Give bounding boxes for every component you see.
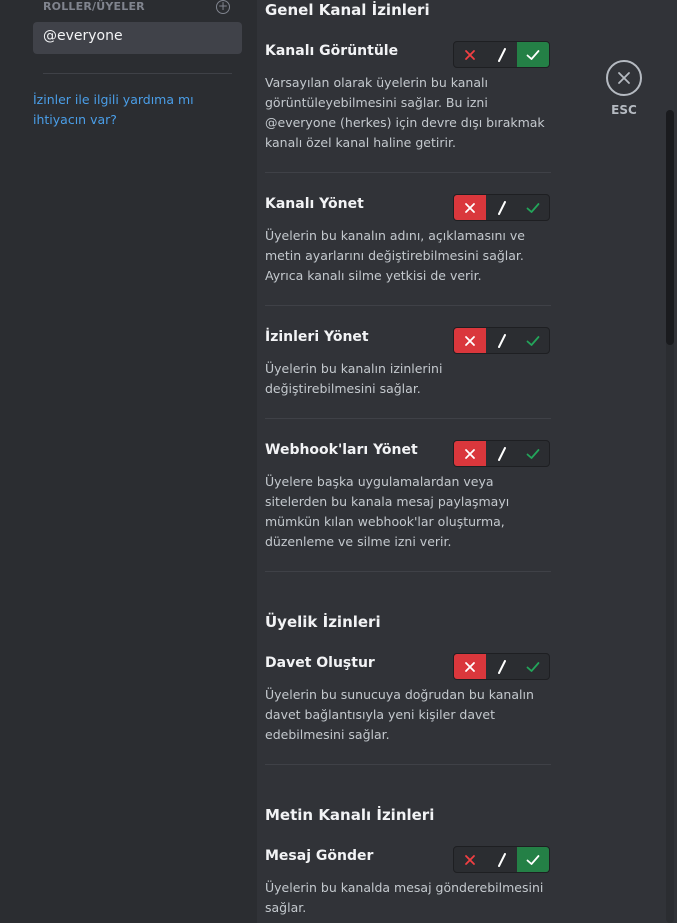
permission-toggle xyxy=(453,846,550,873)
passthrough-button[interactable] xyxy=(486,195,517,220)
slash-icon xyxy=(497,446,506,461)
deny-button[interactable] xyxy=(454,42,486,67)
deny-button[interactable] xyxy=(454,441,486,466)
slash-icon xyxy=(497,333,506,348)
permission-description: Üyelerin bu kanalın izinlerini değiştire… xyxy=(265,361,443,396)
check-icon xyxy=(526,661,540,672)
esc-label: ESC xyxy=(611,103,637,117)
slash-icon xyxy=(497,852,506,867)
passthrough-button[interactable] xyxy=(486,42,517,67)
passthrough-button[interactable] xyxy=(486,328,517,353)
permission-toggle xyxy=(453,327,550,354)
close-button[interactable] xyxy=(606,60,642,96)
x-icon xyxy=(465,335,475,346)
allow-button[interactable] xyxy=(517,847,549,872)
passthrough-button[interactable] xyxy=(486,847,517,872)
permission-toggle xyxy=(453,440,550,467)
permission-title: Kanalı Yönet xyxy=(265,196,364,212)
permission-title: Davet Oluştur xyxy=(265,655,375,671)
slash-icon xyxy=(497,47,506,62)
check-icon xyxy=(526,202,540,213)
sidebar-divider xyxy=(43,73,232,74)
allow-button[interactable] xyxy=(517,328,549,353)
divider xyxy=(265,305,551,306)
check-icon xyxy=(526,854,540,865)
check-icon xyxy=(526,448,540,459)
section-title-text-channel: Metin Kanalı İzinleri xyxy=(265,806,435,824)
permission-toggle xyxy=(453,653,550,680)
allow-button[interactable] xyxy=(517,195,549,220)
passthrough-button[interactable] xyxy=(486,654,517,679)
divider xyxy=(265,571,551,572)
permission-description: Üyelere başka uygulamalardan veya sitele… xyxy=(265,474,510,549)
x-icon xyxy=(465,202,475,213)
divider xyxy=(265,172,551,173)
x-icon xyxy=(465,49,475,60)
check-icon xyxy=(526,335,540,346)
permission-description: Varsayılan olarak üyelerin bu kanalı gör… xyxy=(265,75,545,150)
help-link[interactable]: İzinler ile ilgili yardıma mı ihtiyacın … xyxy=(33,90,243,130)
section-title-membership: Üyelik İzinleri xyxy=(265,613,381,631)
x-icon xyxy=(465,854,475,865)
divider xyxy=(265,764,551,765)
roles-header: ROLLER/ÜYELER xyxy=(43,0,145,13)
section-title-general: Genel Kanal İzinleri xyxy=(265,1,430,19)
permission-description: Üyelerin bu kanalın adını, açıklamasını … xyxy=(265,228,525,283)
permission-description: Üyelerin bu sunucuya doğrudan bu kanalın… xyxy=(265,687,534,742)
deny-button[interactable] xyxy=(454,328,486,353)
deny-button[interactable] xyxy=(454,654,486,679)
permission-toggle xyxy=(453,41,550,68)
plus-circle-icon[interactable]: + xyxy=(216,0,230,14)
allow-button[interactable] xyxy=(517,42,549,67)
close-icon xyxy=(618,72,630,84)
allow-button[interactable] xyxy=(517,441,549,466)
allow-button[interactable] xyxy=(517,654,549,679)
passthrough-button[interactable] xyxy=(486,441,517,466)
scrollbar-thumb[interactable] xyxy=(666,110,674,345)
permission-title: Mesaj Gönder xyxy=(265,848,374,864)
role-item-everyone[interactable]: @everyone xyxy=(33,22,242,54)
check-icon xyxy=(526,49,540,60)
deny-button[interactable] xyxy=(454,847,486,872)
divider xyxy=(265,418,551,419)
slash-icon xyxy=(497,200,506,215)
sidebar: ROLLER/ÜYELER + @everyone İzinler ile il… xyxy=(0,0,257,923)
x-icon xyxy=(465,448,475,459)
permission-description: Üyelerin bu kanalda mesaj gönderebilmesi… xyxy=(265,880,544,915)
slash-icon xyxy=(497,659,506,674)
permission-title: İzinleri Yönet xyxy=(265,329,369,345)
deny-button[interactable] xyxy=(454,195,486,220)
permission-toggle xyxy=(453,194,550,221)
x-icon xyxy=(465,661,475,672)
permission-title: Kanalı Görüntüle xyxy=(265,43,399,59)
permission-title: Webhook'ları Yönet xyxy=(265,442,418,458)
